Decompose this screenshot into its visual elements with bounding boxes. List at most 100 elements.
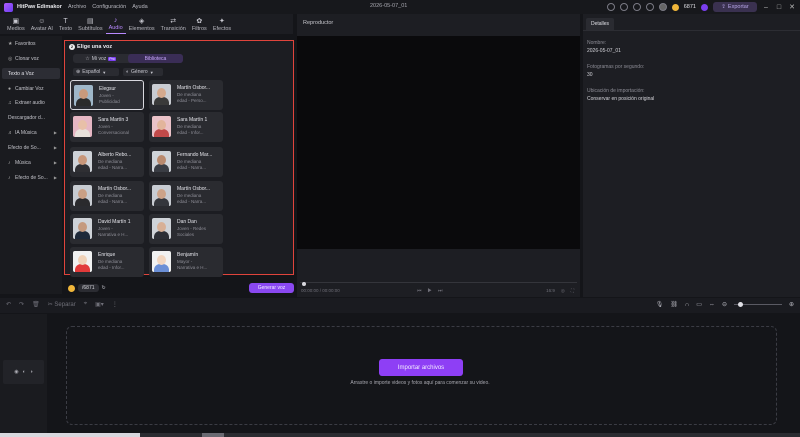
tab-detalles[interactable]: Detalles bbox=[586, 18, 614, 30]
refresh-icon[interactable]: ↻ bbox=[102, 285, 106, 291]
undo-icon[interactable]: ↶ bbox=[6, 301, 11, 308]
menu-configuracion[interactable]: Configuración bbox=[92, 4, 126, 10]
tab-biblioteca[interactable]: Biblioteca bbox=[128, 54, 183, 63]
marker-icon[interactable]: ⌖ bbox=[84, 301, 87, 308]
sidebar-item-extraer-audio[interactable]: ♫ Extraer audio bbox=[2, 97, 60, 108]
voice-card[interactable]: Martín Osbor... De mediana edad - Perso... bbox=[149, 80, 223, 110]
fit-icon[interactable]: ⇔ bbox=[709, 302, 715, 308]
lock-icon[interactable]: ◉ bbox=[14, 369, 18, 375]
tab-elementos[interactable]: ◈ Elementos bbox=[126, 18, 158, 34]
sidebar-item-musica[interactable]: ♪ Música ▶ bbox=[2, 157, 60, 168]
scrollbar-thumb[interactable] bbox=[0, 433, 140, 437]
magnet-icon[interactable]: ∩ bbox=[685, 302, 689, 308]
horizontal-scrollbar[interactable] bbox=[0, 433, 800, 437]
sidebar-item-label: Favoritos bbox=[15, 40, 36, 47]
add-credits-icon[interactable] bbox=[701, 3, 708, 11]
voice-avatar bbox=[73, 185, 92, 206]
tab-label: Mi voz bbox=[91, 55, 107, 62]
zoom-in-icon[interactable]: ⊕ bbox=[789, 301, 794, 308]
menu-archivo[interactable]: Archivo bbox=[68, 4, 86, 10]
menu-ayuda[interactable]: Ayuda bbox=[132, 4, 148, 10]
sidebar-item-efecto-sonido-2[interactable]: ♪ Efecto de So... ▶ bbox=[2, 172, 60, 183]
tab-audio[interactable]: ♪ Audio bbox=[105, 17, 126, 34]
close-icon[interactable]: ✕ bbox=[788, 3, 796, 11]
user-avatar[interactable] bbox=[658, 3, 667, 11]
generate-voice-button[interactable]: Generar voz bbox=[249, 283, 294, 293]
sidebar-item-label: Texto a Voz bbox=[8, 70, 34, 77]
voice-avatar bbox=[152, 151, 171, 172]
split-button[interactable]: ✂ Separar bbox=[48, 301, 76, 308]
voice-card[interactable]: Martín Osbor... De mediana edad - Narra... bbox=[149, 181, 223, 211]
sidebar-item-clonar-voz[interactable]: ◎ Clonar voz bbox=[2, 53, 60, 64]
sidebar-item-cambiar-voz[interactable]: ● Cambiar Voz bbox=[2, 83, 60, 94]
voice-card[interactable]: Martín Osbor... De mediana edad - Narra... bbox=[70, 181, 144, 211]
tab-subtitulos[interactable]: ▤ Subtítulos bbox=[75, 18, 105, 34]
crop-icon[interactable]: ▣▾ bbox=[95, 301, 104, 308]
tab-efectos[interactable]: ✦ Efectos bbox=[210, 18, 234, 34]
tab-transicion[interactable]: ⇄ Transición bbox=[158, 18, 189, 34]
sidebar-item-efecto-sonido-1[interactable]: Efecto de So... ▶ bbox=[2, 142, 60, 153]
sound-effect-icon: ♪ bbox=[8, 174, 11, 181]
tab-medios[interactable]: ▣ Medios bbox=[4, 18, 28, 34]
maximize-icon[interactable]: □ bbox=[775, 4, 783, 11]
voice-card[interactable]: Benjamín Mayor - Narrativa e H... bbox=[149, 247, 223, 277]
zoom-slider-knob[interactable] bbox=[737, 302, 743, 307]
link-icon[interactable]: ⛓ bbox=[670, 301, 678, 308]
fullscreen-icon[interactable]: ⛶ bbox=[571, 288, 574, 294]
media-icon: ▣ bbox=[12, 18, 20, 25]
help-icon[interactable] bbox=[606, 3, 615, 11]
tab-mi-voz[interactable]: ☆ Mi voz Pro bbox=[73, 54, 128, 63]
export-button[interactable]: ⇪ Exportar bbox=[713, 2, 757, 12]
scrollbar-segment[interactable] bbox=[202, 433, 224, 437]
record-mic-icon[interactable]: 🎙 bbox=[656, 301, 664, 308]
tab-avatar-ai[interactable]: ☺ Avatar AI bbox=[28, 18, 56, 34]
sidebar-item-favoritos[interactable]: ★ Favoritos bbox=[2, 38, 60, 49]
tab-label: Biblioteca bbox=[144, 55, 167, 62]
video-preview[interactable] bbox=[297, 36, 580, 249]
playhead-knob[interactable] bbox=[302, 282, 306, 286]
tab-filtros[interactable]: ✿ Filtros bbox=[189, 18, 210, 34]
transport-controls[interactable]: ⏮▶⏭ bbox=[417, 288, 448, 294]
voice-name: Enrique bbox=[98, 252, 116, 258]
notification-icon[interactable] bbox=[619, 3, 628, 11]
drop-hint-text: Arrastre o importe videos y fotos aquí p… bbox=[350, 380, 490, 386]
voice-card[interactable]: Sara Martín 3 Joven - Conversacional bbox=[70, 112, 144, 142]
gender-filter[interactable]: ◐ Género ▼ bbox=[123, 68, 163, 76]
voice-card[interactable]: David Martín 1 Joven - Narrativa e H... bbox=[70, 214, 144, 244]
zoom-out-icon[interactable]: ⊖ bbox=[722, 301, 727, 308]
track-icon[interactable]: ▭ bbox=[696, 301, 702, 308]
tab-texto[interactable]: T Texto bbox=[56, 18, 75, 34]
tab-label: Medios bbox=[7, 26, 25, 32]
minimize-icon[interactable]: – bbox=[762, 4, 770, 11]
settings-icon[interactable] bbox=[632, 3, 641, 11]
coin-icon bbox=[68, 284, 75, 292]
more-icon[interactable]: ⋮ bbox=[112, 301, 118, 308]
audio-toggle-icon[interactable]: ◑ bbox=[30, 369, 33, 375]
voice-card[interactable]: Sara Martín 1 De mediana edad - Infor... bbox=[149, 112, 223, 142]
voice-card[interactable]: Fernando Mar... De mediana edad - Narra... bbox=[149, 147, 223, 177]
voice-card[interactable]: Dan Dan Joven - Redes Sociales bbox=[149, 214, 223, 244]
voice-description: Joven - Narrativa e H... bbox=[98, 226, 142, 238]
account-icon[interactable] bbox=[645, 3, 654, 11]
snapshot-icon[interactable]: ◎ bbox=[561, 288, 565, 294]
sidebar-item-ia-musica[interactable]: ♬ IA Música ▶ bbox=[2, 127, 60, 138]
voice-description: Mayor - Narrativa e H... bbox=[177, 259, 221, 271]
voice-description: De mediana edad - Perso... bbox=[177, 92, 221, 104]
music-icon: ♪ bbox=[8, 159, 11, 166]
tab-label: Subtítulos bbox=[78, 26, 103, 32]
redo-icon[interactable]: ↷ bbox=[19, 301, 24, 308]
voice-card[interactable]: Enrique De mediana edad - Infor... bbox=[70, 247, 144, 277]
delete-icon[interactable]: 🗑 bbox=[32, 301, 40, 308]
aspect-ratio[interactable]: 16:9 bbox=[546, 288, 555, 294]
sidebar-item-label: Música bbox=[15, 159, 31, 166]
playback-progress[interactable] bbox=[300, 282, 577, 286]
voice-panel-title: 2 Elige una voz bbox=[69, 44, 112, 50]
sidebar-item-texto-a-voz[interactable]: Texto a Voz bbox=[2, 68, 60, 79]
visibility-icon[interactable]: ◐ bbox=[23, 369, 26, 375]
import-files-button[interactable]: Importar archivos bbox=[379, 359, 463, 376]
sidebar-item-descargador[interactable]: Descargador d... bbox=[2, 112, 60, 123]
zoom-slider[interactable] bbox=[733, 302, 782, 307]
voice-card[interactable]: Elegsur Joven - Publicidad bbox=[70, 80, 144, 110]
voice-card[interactable]: Alberto Rebo... De mediana edad - Narra... bbox=[70, 147, 144, 177]
language-filter[interactable]: ⊕ Español ▼ bbox=[73, 68, 119, 76]
